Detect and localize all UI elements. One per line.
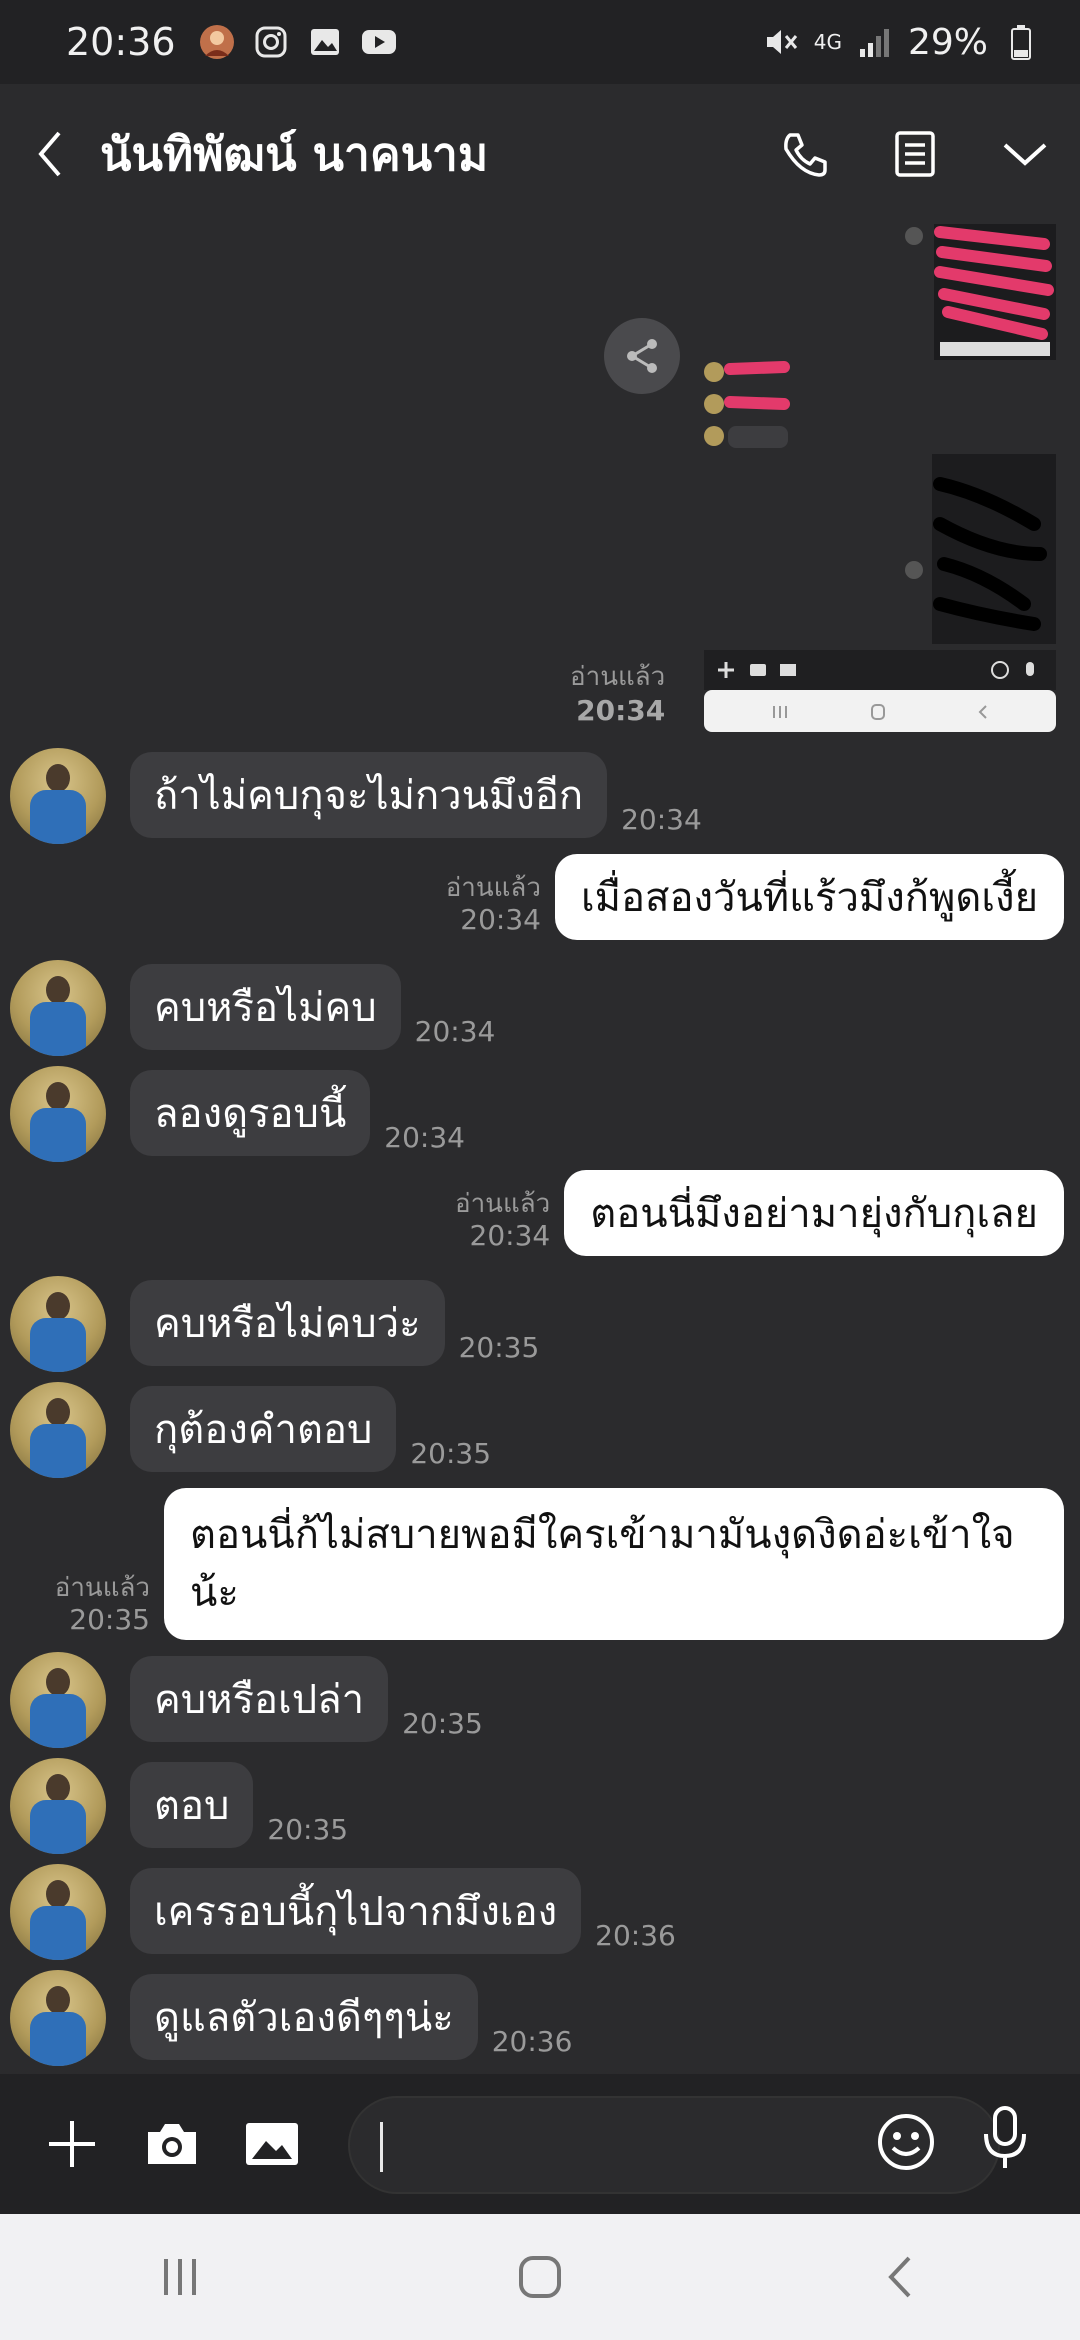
back-button[interactable] bbox=[0, 84, 100, 224]
message-row: คบหรือไม่คบว่ะ 20:35 bbox=[10, 1276, 539, 1372]
message-row: ลองดูรอบนี้ 20:34 bbox=[10, 1066, 465, 1162]
text-caret bbox=[380, 2122, 383, 2172]
back-icon bbox=[38, 131, 61, 177]
image-message-meta: อ่านแล้ว 20:34 bbox=[570, 660, 665, 728]
message-bubble[interactable]: คบหรือไม่คบว่ะ bbox=[130, 1280, 445, 1366]
message-bubble[interactable]: กุต้องคำตอบ bbox=[130, 1386, 397, 1472]
shared-screenshot-image[interactable] bbox=[704, 224, 1056, 732]
message-bubble[interactable]: ดูแลตัวเองดีๆๆน่ะ bbox=[130, 1974, 478, 2060]
status-bar: 20:36 4G 29% bbox=[0, 0, 1080, 84]
avatar[interactable] bbox=[10, 1276, 106, 1372]
mute-icon bbox=[762, 23, 800, 61]
message-bubble[interactable]: ถ้าไม่คบกุจะไม่กวนมึงอีก bbox=[130, 752, 608, 838]
emoji-icon bbox=[878, 2114, 934, 2170]
message-bubble[interactable]: ตอนนี่ก้ไม่สบายพอมีใครเข้ามามันงุดงิดอ่ะ… bbox=[164, 1488, 1064, 1640]
game-avatar-icon bbox=[198, 23, 236, 61]
message-time: 20:34 bbox=[460, 903, 541, 936]
plus-icon bbox=[49, 2121, 95, 2167]
menu-toggle-button[interactable] bbox=[970, 84, 1080, 224]
message-time: 20:35 bbox=[267, 1813, 349, 1846]
camera-button[interactable] bbox=[122, 2074, 222, 2214]
voice-button[interactable] bbox=[980, 2104, 1030, 2176]
message-row: คบหรือเปล่า 20:35 bbox=[10, 1652, 483, 1748]
signal-icon bbox=[856, 23, 894, 61]
chat-title[interactable]: นันทิพัฒน์ นาคนาม bbox=[100, 118, 750, 191]
message-time: 20:35 bbox=[402, 1707, 483, 1740]
share-button[interactable] bbox=[604, 318, 680, 394]
mic-icon bbox=[984, 2106, 1026, 2168]
notes-icon bbox=[895, 131, 935, 177]
home-button[interactable] bbox=[460, 2227, 620, 2327]
message-row: ดูแลตัวเองดีๆๆน่ะ 20:36 bbox=[10, 1970, 572, 2066]
read-receipt: อ่านแล้ว bbox=[54, 1573, 150, 1603]
message-bubble[interactable]: ลองดูรอบนี้ bbox=[130, 1070, 371, 1156]
message-time: 20:35 bbox=[69, 1603, 150, 1636]
read-receipt: อ่านแล้ว bbox=[454, 1189, 551, 1219]
battery-percent: 29% bbox=[907, 21, 988, 63]
message-time: 20:35 bbox=[458, 1331, 540, 1364]
message-row: คบหรือไม่คบ 20:34 bbox=[10, 960, 495, 1056]
gallery-button[interactable] bbox=[222, 2074, 322, 2214]
message-row: ตอบ 20:35 bbox=[10, 1758, 348, 1854]
read-receipt: อ่านแล้ว bbox=[445, 873, 541, 903]
message-time: 20:34 bbox=[414, 1015, 496, 1048]
message-time: 20:36 bbox=[595, 1919, 676, 1952]
message-bubble[interactable]: เครรอบนี้กุไปจากมึงเอง bbox=[130, 1868, 582, 1954]
call-button[interactable] bbox=[750, 84, 860, 224]
avatar[interactable] bbox=[10, 960, 106, 1056]
back-nav-button[interactable] bbox=[820, 2227, 980, 2327]
add-button[interactable] bbox=[22, 2074, 122, 2214]
avatar[interactable] bbox=[10, 1652, 106, 1748]
recents-button[interactable] bbox=[100, 2227, 260, 2327]
message-time: 20:34 bbox=[621, 803, 702, 836]
message-time: 20:35 bbox=[410, 1437, 492, 1470]
message-time: 20:36 bbox=[491, 2025, 573, 2058]
avatar[interactable] bbox=[10, 1066, 106, 1162]
avatar[interactable] bbox=[10, 748, 106, 844]
avatar[interactable] bbox=[10, 1382, 106, 1478]
avatar[interactable] bbox=[10, 1758, 106, 1854]
gallery-icon bbox=[306, 23, 344, 61]
system-navigation-bar bbox=[0, 2214, 1080, 2340]
message-time: 20:34 bbox=[576, 694, 666, 727]
share-icon bbox=[627, 339, 657, 373]
message-time: 20:34 bbox=[384, 1121, 465, 1154]
message-row: กุต้องคำตอบ 20:35 bbox=[10, 1382, 491, 1478]
instagram-icon bbox=[252, 23, 290, 61]
screenshot-thumbnail bbox=[704, 224, 1056, 732]
message-row: อ่านแล้ว 20:34 ตอนนี่มึงอย่ามายุ่งกับกุเ… bbox=[455, 1170, 1064, 1256]
camera-icon bbox=[148, 2124, 196, 2164]
notes-button[interactable] bbox=[860, 84, 970, 224]
youtube-icon bbox=[360, 23, 398, 61]
battery-icon bbox=[1002, 23, 1040, 61]
message-bubble[interactable]: เมื่อสองวันที่แร้วมึงก้พูดเงี้ย bbox=[554, 854, 1064, 940]
back-nav-icon bbox=[888, 2256, 911, 2298]
message-bubble[interactable]: คบหรือไม่คบ bbox=[130, 964, 401, 1050]
message-time: 20:34 bbox=[469, 1219, 551, 1252]
chat-header: นันทิพัฒน์ นาคนาม bbox=[0, 84, 1080, 224]
message-row: ถ้าไม่คบกุจะไม่กวนมึงอีก 20:34 bbox=[10, 748, 702, 844]
avatar[interactable] bbox=[10, 1864, 106, 1960]
message-row: อ่านแล้ว 20:34 เมื่อสองวันที่แร้วมึงก้พู… bbox=[446, 854, 1064, 940]
chat-messages[interactable]: อ่านแล้ว 20:34 ถ้าไม่คบกุจะไม่กวนมึงอีก … bbox=[0, 224, 1080, 2074]
message-bubble[interactable]: คบหรือเปล่า bbox=[130, 1656, 389, 1742]
message-meta: อ่านแล้ว 20:34 bbox=[446, 872, 541, 936]
message-bubble[interactable]: ตอบ bbox=[130, 1762, 254, 1848]
recents-icon bbox=[164, 2259, 196, 2295]
home-icon bbox=[519, 2256, 561, 2298]
message-meta: อ่านแล้ว 20:35 bbox=[55, 1572, 150, 1636]
avatar[interactable] bbox=[10, 1970, 106, 2066]
message-meta: อ่านแล้ว 20:34 bbox=[455, 1188, 550, 1252]
network-type: 4G bbox=[813, 30, 842, 54]
message-row: เครรอบนี้กุไปจากมึงเอง 20:36 bbox=[10, 1864, 676, 1960]
message-bubble[interactable]: ตอนนี่มึงอย่ามายุ่งกับกุเลย bbox=[564, 1170, 1064, 1256]
phone-icon bbox=[784, 133, 827, 177]
image-icon bbox=[246, 2123, 298, 2165]
chevron-down-icon bbox=[1003, 143, 1047, 166]
emoji-button[interactable] bbox=[876, 2112, 936, 2176]
status-time: 20:36 bbox=[66, 20, 176, 64]
read-receipt: อ่านแล้ว bbox=[570, 662, 666, 692]
message-row: อ่านแล้ว 20:35 ตอนนี่ก้ไม่สบายพอมีใครเข้… bbox=[55, 1488, 1064, 1640]
